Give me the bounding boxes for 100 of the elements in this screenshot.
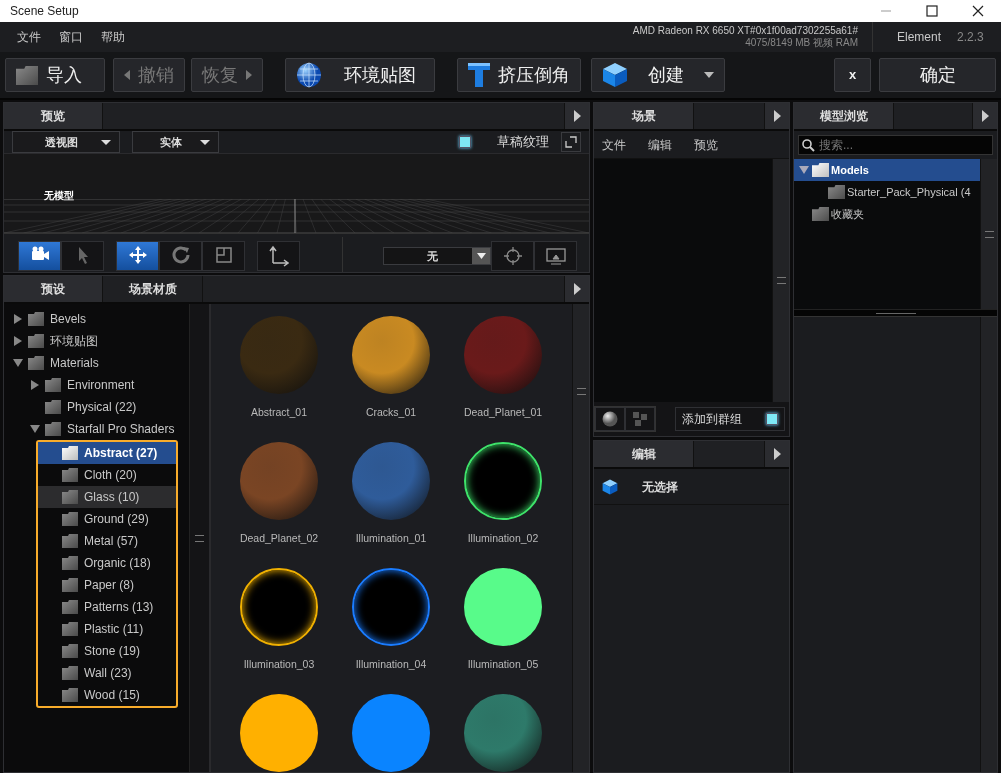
folder-icon: [62, 688, 78, 703]
shading-dropdown[interactable]: 实体: [132, 131, 219, 153]
ok-button[interactable]: 确定: [879, 58, 996, 92]
gpu-memory: 4075/8149 MB 视频 RAM: [744, 37, 858, 49]
folder-icon: [62, 512, 78, 527]
tree-item[interactable]: Environment: [4, 374, 189, 397]
create-button[interactable]: 创建: [591, 58, 725, 92]
draft-texture-label: 草稿纹理: [497, 133, 549, 152]
tree-item[interactable]: Stone (19): [38, 640, 176, 663]
panel-tab[interactable]: 预览: [4, 103, 103, 129]
tree-item[interactable]: Plastic (11): [38, 618, 176, 641]
folder-icon: [62, 490, 78, 505]
panel-menu-button[interactable]: [764, 103, 789, 129]
tree-item[interactable]: 收藏夹: [794, 203, 980, 225]
tree-item[interactable]: Wall (23): [38, 662, 176, 685]
panel-menu-button[interactable]: [764, 441, 789, 467]
cube-icon: [602, 478, 618, 495]
material-name: Illumination_04: [355, 657, 427, 673]
empty-scene-label: 无模型: [44, 189, 74, 203]
tree-item[interactable]: Bevels: [4, 308, 189, 331]
axis-tool-button[interactable]: [257, 241, 300, 271]
tree-item[interactable]: Patterns (13): [38, 596, 176, 619]
view-mode-dropdown[interactable]: 透视图: [12, 131, 120, 153]
tree-item[interactable]: Starter_Pack_Physical (4: [794, 181, 980, 203]
panel-menu-button[interactable]: [564, 276, 589, 303]
search-field[interactable]: 搜索...: [798, 135, 993, 155]
scrollbar[interactable]: [980, 317, 997, 772]
right-arrow-icon: [573, 283, 581, 296]
tree-item[interactable]: Paper (8): [38, 574, 176, 597]
environment-button[interactable]: 环境贴图: [285, 58, 435, 92]
folder-icon: [62, 578, 78, 593]
folder-icon: [62, 468, 78, 483]
blocks-icon: [633, 412, 647, 426]
collapsed-arrow-icon[interactable]: [30, 380, 40, 391]
sphere-button[interactable]: [595, 407, 625, 431]
panel-tab[interactable]: 编辑: [594, 441, 694, 467]
cancel-button[interactable]: x: [834, 58, 871, 92]
tree-item[interactable]: Metal (57): [38, 530, 176, 553]
tree-item[interactable]: 环境贴图: [4, 330, 189, 353]
tree-item[interactable]: Cloth (20): [38, 464, 176, 487]
folder-icon: [45, 378, 61, 393]
add-to-group-button[interactable]: 添加到群组: [675, 407, 785, 431]
menu-item[interactable]: 文件: [8, 28, 50, 46]
move-tool-button[interactable]: [116, 241, 159, 271]
panel-tab[interactable]: 场景: [594, 103, 694, 129]
tree-item[interactable]: Wood (15): [38, 684, 176, 707]
tree-item[interactable]: Starfall Pro Shaders: [4, 418, 189, 441]
menu-item[interactable]: 文件: [602, 135, 626, 154]
extrude-button[interactable]: 挤压倒角: [457, 58, 581, 92]
right-arrow-icon: [773, 110, 781, 122]
menu-item[interactable]: 窗口: [50, 28, 92, 46]
folder-icon: [28, 312, 44, 327]
tree-item[interactable]: Organic (18): [38, 552, 176, 575]
grip-icon[interactable]: [195, 534, 204, 542]
menu-item[interactable]: 预览: [694, 135, 718, 154]
caret-icon: [476, 253, 486, 259]
import-button[interactable]: 导入: [5, 58, 105, 92]
material-name: Cracks_01: [365, 405, 417, 421]
crosshair-icon: [502, 246, 523, 266]
material-name: Illumination_02: [467, 531, 539, 547]
tree-item[interactable]: Abstract (27): [38, 442, 176, 465]
expanded-arrow-icon[interactable]: [799, 165, 809, 175]
rotate-tool-button[interactable]: [159, 241, 202, 271]
tree-item[interactable]: Ground (29): [38, 508, 176, 531]
gpu-name: AMD Radeon RX 6650 XT#0x1f00ad7302255a61#: [632, 25, 858, 37]
scale-tool-button[interactable]: [202, 241, 245, 271]
scrollbar[interactable]: [772, 159, 789, 402]
panel-tab[interactable]: 模型浏览: [794, 103, 894, 129]
folder-icon: [812, 163, 829, 177]
screen-button[interactable]: [534, 241, 577, 271]
draft-texture-checkbox[interactable]: [459, 136, 471, 148]
panel-tab[interactable]: 预设: [4, 276, 103, 303]
expanded-arrow-icon[interactable]: [30, 424, 40, 435]
expanded-arrow-icon[interactable]: [13, 358, 23, 369]
target-dropdown[interactable]: 无: [383, 247, 491, 265]
axis-icon: [268, 245, 289, 267]
tree-item[interactable]: Physical (22): [4, 396, 189, 419]
folder-icon: [28, 356, 44, 371]
target-button[interactable]: [491, 241, 534, 271]
right-arrow-icon: [981, 110, 989, 122]
tree-item[interactable]: Materials: [4, 352, 189, 375]
folder-icon: [45, 400, 61, 415]
tree-item[interactable]: Glass (10): [38, 486, 176, 509]
collapsed-arrow-icon[interactable]: [13, 336, 23, 347]
menu-item[interactable]: 帮助: [92, 28, 134, 46]
tree-item[interactable]: Models: [794, 159, 980, 181]
caret-icon: [704, 72, 714, 78]
scrollbar[interactable]: [980, 159, 997, 309]
add-to-group-checkbox[interactable]: [766, 413, 778, 425]
splitter[interactable]: [794, 309, 997, 317]
scrollbar[interactable]: [572, 304, 589, 772]
folder-icon: [62, 446, 78, 461]
globe-icon: [296, 62, 322, 88]
collapsed-arrow-icon[interactable]: [13, 314, 23, 325]
menu-item[interactable]: 编辑: [648, 135, 672, 154]
panel-menu-button[interactable]: [564, 103, 589, 129]
camera-tool-button[interactable]: [18, 241, 61, 271]
folder-icon: [62, 534, 78, 549]
panel-menu-button[interactable]: [972, 103, 997, 129]
fullscreen-button[interactable]: [561, 132, 581, 152]
